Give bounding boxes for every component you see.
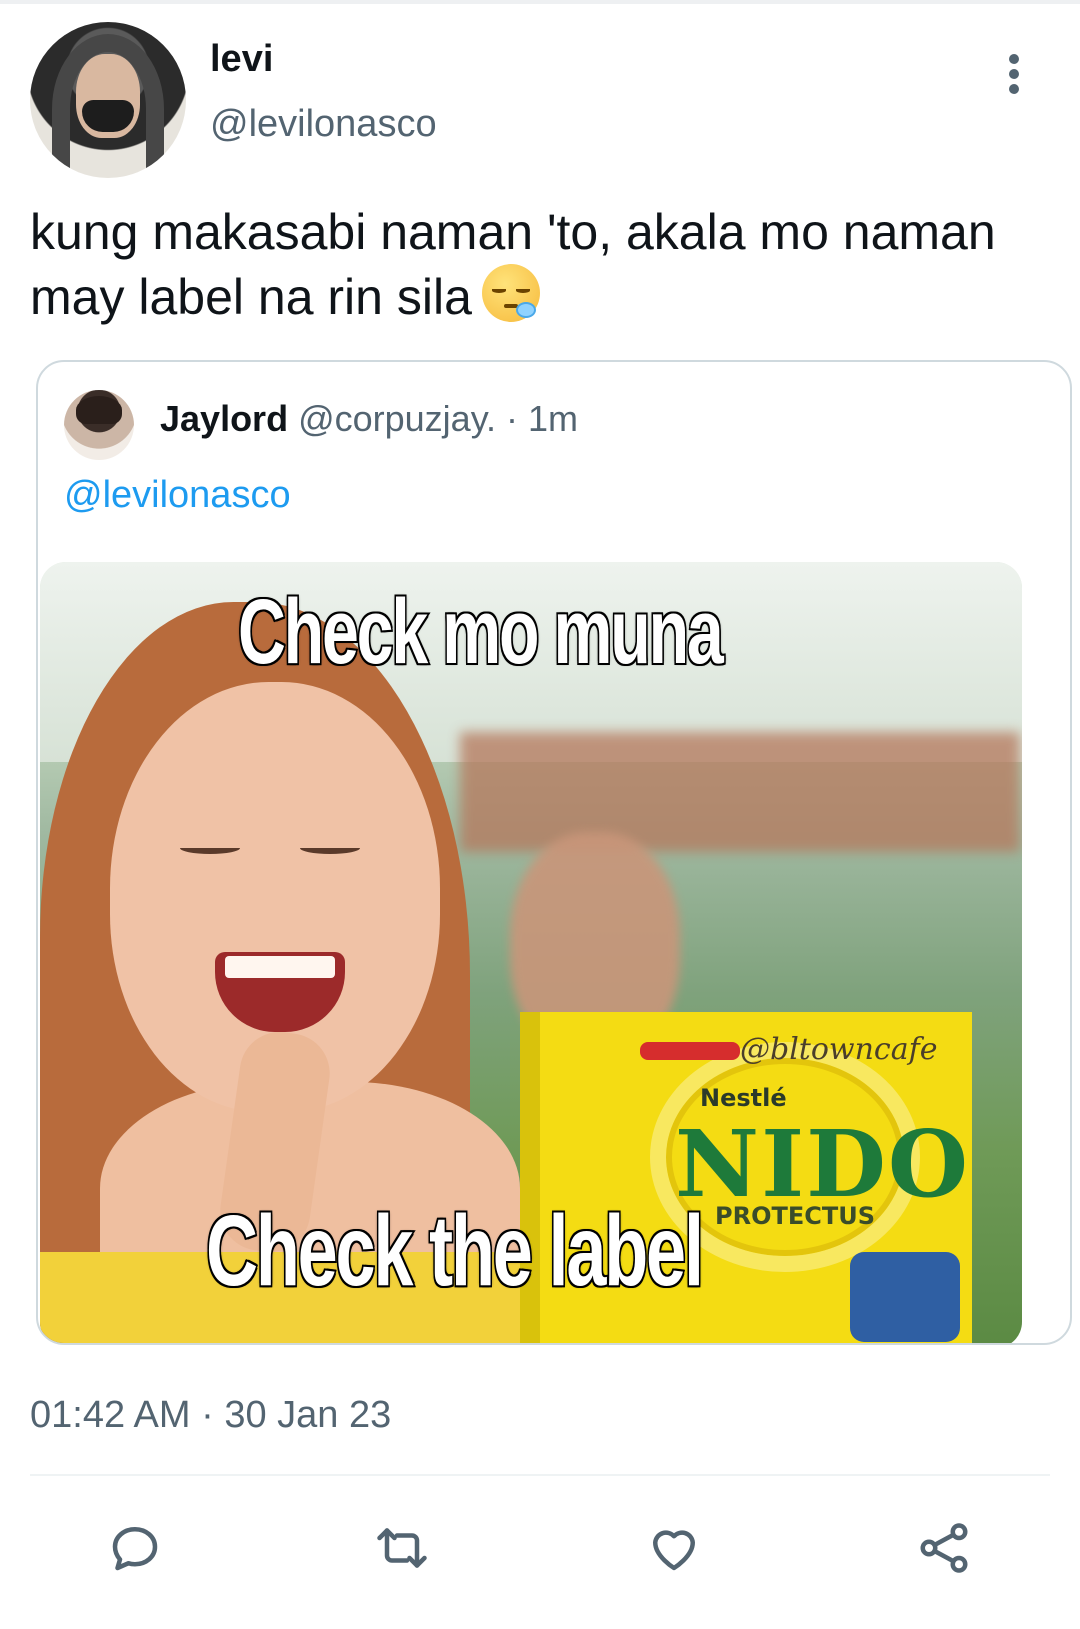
meme-caption-bottom: Check the label (205, 1193, 706, 1309)
media-watermark: @bltowncafe (740, 1032, 938, 1067)
retweet-icon[interactable] (372, 1518, 432, 1578)
quoted-author-line: Jaylord @corpuzjay. · 1m (160, 398, 578, 440)
subbrand-text: PROTECTUS (715, 1202, 875, 1230)
brand-small-text: Nestlé (700, 1084, 787, 1112)
top-divider (0, 0, 1080, 4)
author-avatar[interactable] (30, 22, 186, 178)
quoted-tweet-card[interactable]: Jaylord @corpuzjay. · 1m @levilonasco @b… (36, 360, 1072, 1345)
sleepy-face-icon (481, 264, 540, 322)
like-icon[interactable] (644, 1518, 704, 1578)
share-icon[interactable] (914, 1518, 974, 1578)
action-divider (30, 1474, 1050, 1476)
tweet-timestamp[interactable]: 01:42 AM · 30 Jan 23 (30, 1394, 391, 1437)
quoted-author-avatar[interactable] (64, 390, 134, 460)
tweet-text-line: kung makasabi naman 'to, akala mo naman (30, 204, 996, 260)
tweet-text-line: may label na rin sila (30, 264, 1070, 329)
meme-caption-top: Check mo muna (237, 579, 726, 685)
tweet-detail-view: levi @levilonasco kung makasabi naman 't… (0, 0, 1080, 1629)
quoted-author-name[interactable]: Jaylord (160, 398, 288, 439)
quoted-media-image[interactable]: @bltowncafe Nestlé NIDO PROTECTUS Check … (40, 562, 1022, 1343)
quoted-mention-link[interactable]: @levilonasco (64, 474, 291, 517)
quoted-author-meta: @corpuzjay. · 1m (298, 398, 579, 439)
reply-icon[interactable] (105, 1518, 165, 1578)
author-display-name[interactable]: levi (210, 38, 273, 81)
more-options-icon[interactable] (1004, 52, 1024, 96)
author-handle[interactable]: @levilonasco (210, 103, 437, 146)
tweet-text: kung makasabi naman 'to, akala mo naman … (30, 200, 1070, 329)
